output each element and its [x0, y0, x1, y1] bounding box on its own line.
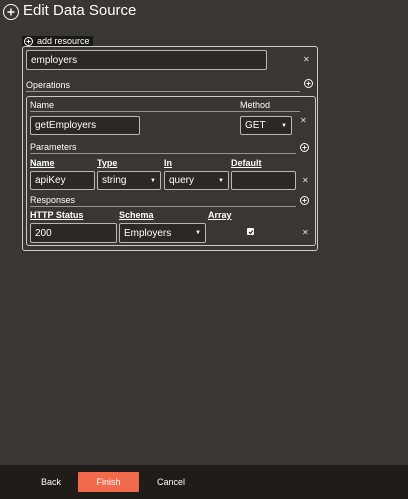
operations-label: Operations	[26, 80, 71, 90]
operations-divider	[26, 91, 300, 92]
plus-icon	[306, 81, 311, 86]
method-value: GET	[245, 120, 266, 131]
add-resource-icon	[24, 36, 33, 46]
parameters-divider	[30, 153, 296, 154]
remove-operation-button[interactable]: ✕	[300, 117, 307, 125]
add-operation-button[interactable]	[304, 79, 313, 88]
method-label: Method	[240, 100, 271, 110]
param-in-select[interactable]: query ▼	[164, 171, 229, 190]
page-title: Edit Data Source	[23, 2, 137, 19]
resp-col-status: HTTP Status	[30, 210, 84, 220]
schema-select[interactable]: Employers ▼	[119, 223, 206, 243]
chevron-down-icon: ▼	[195, 230, 201, 236]
finish-button[interactable]: Finish	[78, 472, 139, 492]
param-col-default: Default	[231, 158, 262, 168]
param-default-input[interactable]	[231, 171, 296, 190]
http-status-input[interactable]: 200	[30, 223, 117, 243]
chevron-down-icon: ▼	[281, 122, 287, 129]
resp-col-schema: Schema	[119, 210, 154, 220]
add-resource-label: add resource	[37, 36, 90, 46]
remove-resource-button[interactable]: ✕	[303, 56, 310, 64]
add-parameter-button[interactable]	[300, 143, 309, 152]
responses-label: Responses	[30, 195, 76, 205]
responses-divider	[30, 206, 296, 207]
resource-name-input[interactable]: employers	[26, 50, 267, 70]
chevron-down-icon: ▼	[150, 177, 156, 184]
plus-icon	[302, 145, 307, 150]
operation-header-divider	[30, 111, 300, 112]
check-icon	[248, 229, 253, 234]
param-col-name: Name	[30, 158, 55, 168]
array-checkbox[interactable]	[247, 228, 254, 235]
param-type-value: string	[102, 175, 127, 186]
plus-circle-icon	[3, 4, 19, 20]
cancel-button[interactable]: Cancel	[154, 472, 188, 492]
param-name-input[interactable]: apiKey	[30, 171, 95, 190]
chevron-down-icon: ▼	[218, 177, 224, 184]
method-select[interactable]: GET ▼	[240, 116, 292, 135]
param-col-in: In	[164, 158, 172, 168]
remove-response-button[interactable]: ✕	[302, 229, 309, 237]
operation-name-input[interactable]: getEmployers	[30, 116, 140, 135]
remove-parameter-button[interactable]: ✕	[302, 177, 309, 185]
resp-col-array: Array	[208, 210, 232, 220]
parameters-label: Parameters	[30, 142, 77, 152]
add-resource-button[interactable]: add resource	[22, 36, 93, 46]
schema-value: Employers	[124, 227, 172, 239]
operation-name-label: Name	[30, 100, 55, 110]
param-in-value: query	[169, 175, 195, 186]
param-col-type: Type	[97, 158, 118, 168]
plus-icon	[302, 198, 307, 203]
back-button[interactable]: Back	[36, 472, 66, 492]
param-type-select[interactable]: string ▼	[97, 171, 161, 190]
add-response-button[interactable]	[300, 196, 309, 205]
